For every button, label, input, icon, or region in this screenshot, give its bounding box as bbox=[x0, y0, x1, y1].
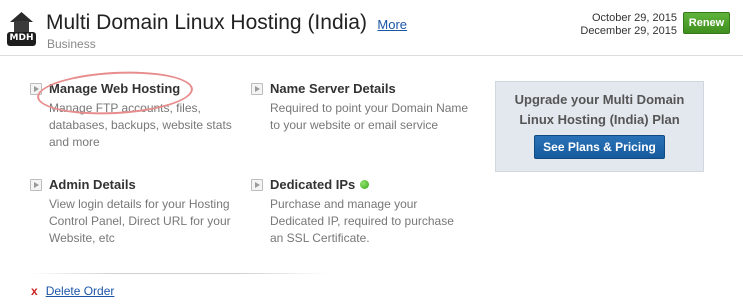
arrow-right-icon bbox=[251, 82, 263, 95]
arrow-right-icon bbox=[251, 178, 263, 191]
delete-order-row: x Delete Order bbox=[31, 284, 114, 298]
delete-order-link[interactable]: Delete Order bbox=[46, 284, 115, 298]
page-header: MDH Multi Domain Linux Hosting (India) M… bbox=[0, 0, 743, 56]
more-link[interactable]: More bbox=[377, 17, 407, 32]
product-logo-icon: MDH bbox=[5, 8, 38, 48]
name-server-details-link[interactable]: Name Server Details bbox=[251, 81, 451, 96]
upgrade-box: Upgrade your Multi Domain Linux Hosting … bbox=[495, 81, 704, 172]
manage-web-hosting-item: Manage Web Hosting Manage FTP accounts, … bbox=[30, 81, 232, 151]
x-icon: x bbox=[31, 284, 38, 298]
status-dot-icon bbox=[360, 180, 370, 189]
admin-details-link[interactable]: Admin Details bbox=[30, 177, 230, 192]
item-description: Required to point your Domain Name to yo… bbox=[270, 101, 469, 132]
item-title: Admin Details bbox=[49, 177, 136, 192]
logo-text: MDH bbox=[9, 33, 34, 43]
page-title: Multi Domain Linux Hosting (India) bbox=[46, 11, 367, 34]
panel-bottom-divider bbox=[28, 273, 328, 274]
item-title: Dedicated IPs bbox=[270, 177, 356, 192]
item-description: Purchase and manage your Dedicated IP, r… bbox=[270, 197, 454, 245]
date-start: October 29, 2015 bbox=[591, 12, 677, 24]
date-end: December 29, 2015 bbox=[580, 25, 677, 37]
admin-details-item: Admin Details View login details for you… bbox=[30, 177, 231, 247]
see-plans-button[interactable]: See Plans & Pricing bbox=[534, 135, 665, 159]
item-description: Manage FTP accounts, files, databases, b… bbox=[49, 101, 232, 149]
order-dates: October 29, 2015 December 29, 2015 bbox=[580, 12, 677, 38]
upgrade-text: Upgrade your Multi Domain Linux Hosting … bbox=[514, 92, 685, 127]
item-description: View login details for your Hosting Cont… bbox=[49, 197, 231, 245]
title-row: Multi Domain Linux Hosting (India) More bbox=[46, 11, 407, 35]
plan-subtitle: Business bbox=[47, 37, 96, 51]
item-title: Manage Web Hosting bbox=[49, 81, 181, 96]
arrow-right-icon bbox=[30, 178, 42, 191]
renew-button[interactable]: Renew bbox=[683, 12, 730, 34]
manage-web-hosting-link[interactable]: Manage Web Hosting bbox=[30, 81, 230, 96]
arrow-right-icon bbox=[30, 82, 42, 95]
item-title: Name Server Details bbox=[270, 81, 396, 96]
dedicated-ips-item: Dedicated IPs Purchase and manage your D… bbox=[251, 177, 454, 247]
dedicated-ips-link[interactable]: Dedicated IPs bbox=[251, 177, 451, 192]
name-server-details-item: Name Server Details Required to point yo… bbox=[251, 81, 468, 134]
